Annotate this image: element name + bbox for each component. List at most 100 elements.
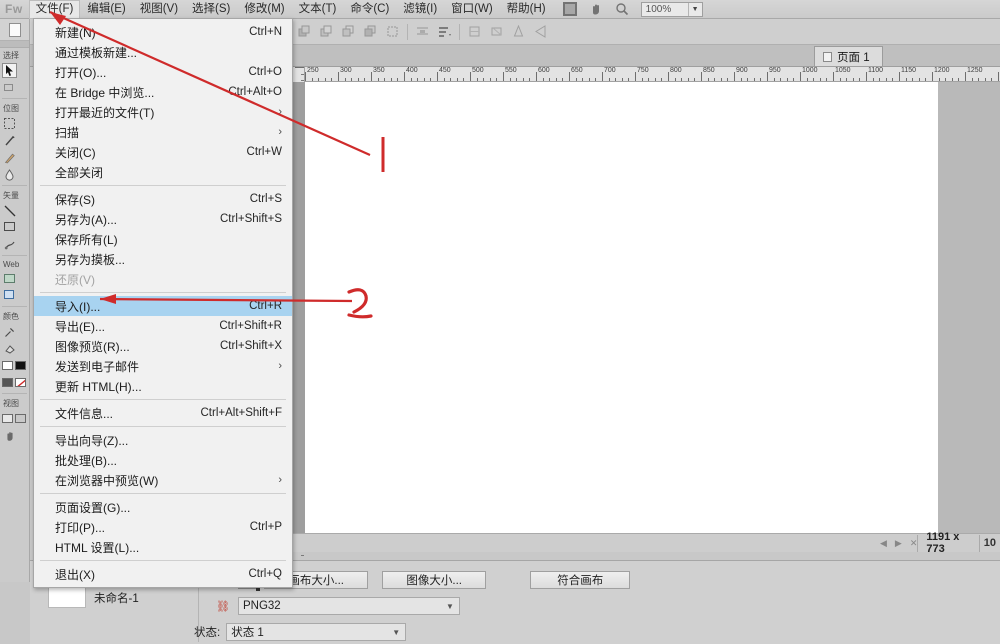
menu-item-保存所有l[interactable]: 保存所有(L) bbox=[34, 229, 292, 249]
menu-item-页面设置g[interactable]: 页面设置(G)... bbox=[34, 497, 292, 517]
menu-help[interactable]: 帮助(H) bbox=[500, 0, 553, 19]
ruler-minor-tick bbox=[694, 78, 695, 81]
canvas-zoom-value[interactable]: 10 bbox=[980, 535, 1000, 552]
align-distribute-icon[interactable] bbox=[416, 25, 429, 38]
arrange-forward-icon[interactable] bbox=[320, 25, 333, 38]
default-colors-icon[interactable] bbox=[2, 378, 13, 387]
arrange-front-icon[interactable] bbox=[298, 25, 311, 38]
menu-select[interactable]: 选择(S) bbox=[185, 0, 237, 19]
menu-item-打开最近的文件t[interactable]: 打开最近的文件(T)› bbox=[34, 102, 292, 122]
ruler-minor-tick bbox=[754, 78, 755, 81]
menu-filters[interactable]: 滤镜(I) bbox=[396, 0, 444, 19]
first-page-icon[interactable]: ◀ bbox=[880, 538, 887, 549]
menu-item-导出向导z[interactable]: 导出向导(Z)... bbox=[34, 430, 292, 450]
state-select[interactable]: 状态 1 ▼ bbox=[226, 623, 406, 641]
fit-canvas-button[interactable]: 符合画布 bbox=[530, 571, 630, 589]
select-behind-tool[interactable] bbox=[2, 80, 17, 95]
menu-item-html设置l[interactable]: HTML 设置(L)... bbox=[34, 537, 292, 557]
search-icon[interactable] bbox=[615, 2, 629, 16]
crop-icon[interactable] bbox=[468, 25, 481, 38]
no-color-icon[interactable] bbox=[15, 378, 26, 387]
stroke-color-swatch[interactable] bbox=[2, 361, 13, 370]
menu-item-批处理b[interactable]: 批处理(B)... bbox=[34, 450, 292, 470]
canvas-area[interactable] bbox=[290, 82, 1000, 533]
ruler-minor-tick bbox=[826, 78, 827, 81]
menu-edit[interactable]: 编辑(E) bbox=[80, 0, 132, 19]
menu-window[interactable]: 窗口(W) bbox=[444, 0, 500, 19]
image-size-button[interactable]: 图像大小... bbox=[382, 571, 486, 589]
eyedropper-tool[interactable] bbox=[2, 324, 17, 339]
tools-panel-grip[interactable] bbox=[0, 41, 29, 48]
flip-vertical-icon[interactable] bbox=[512, 25, 525, 38]
hand-tool[interactable] bbox=[2, 428, 17, 443]
menu-modify[interactable]: 修改(M) bbox=[237, 0, 291, 19]
marquee-tool[interactable] bbox=[2, 116, 17, 131]
menu-item-label: 新建(N) bbox=[55, 24, 233, 41]
new-document-icon[interactable] bbox=[9, 23, 21, 37]
lasso-tool[interactable] bbox=[2, 133, 17, 148]
ruler-minor-tick bbox=[978, 78, 979, 81]
menu-item-退出x[interactable]: 退出(X)Ctrl+Q bbox=[34, 564, 292, 584]
rectangle-tool[interactable] bbox=[2, 220, 17, 235]
full-screen-mode-icon[interactable] bbox=[15, 414, 26, 423]
menu-item-新建n[interactable]: 新建(N)Ctrl+N bbox=[34, 22, 292, 42]
pen-tool[interactable] bbox=[2, 237, 17, 252]
fill-color-swatch[interactable] bbox=[15, 361, 26, 370]
ruler-minor-tick bbox=[628, 78, 629, 81]
menu-item-另存为a[interactable]: 另存为(A)...Ctrl+Shift+S bbox=[34, 209, 292, 229]
blur-tool[interactable] bbox=[2, 167, 17, 182]
menu-item-导出e[interactable]: 导出(E)...Ctrl+Shift+R bbox=[34, 316, 292, 336]
canvas-page[interactable] bbox=[305, 82, 938, 533]
menu-item-图像预览r[interactable]: 图像预览(R)...Ctrl+Shift+X bbox=[34, 336, 292, 356]
mask-icon[interactable] bbox=[563, 2, 577, 16]
ruler-label: 1150 bbox=[899, 67, 916, 74]
file-dropdown-menu[interactable]: 新建(N)Ctrl+N通过模板新建...打开(O)...Ctrl+O在 Brid… bbox=[33, 18, 293, 588]
menu-item-全部关闭[interactable]: 全部关闭 bbox=[34, 162, 292, 182]
align-menu-icon[interactable] bbox=[438, 25, 451, 38]
page-nav-buttons[interactable]: ◀ ▶ ✕ bbox=[880, 538, 917, 549]
arrange-back-icon[interactable] bbox=[364, 25, 377, 38]
next-page-icon[interactable]: ▶ bbox=[895, 538, 902, 549]
menu-file[interactable]: 文件(F) bbox=[29, 0, 81, 19]
zoom-level-combobox[interactable]: 100% ▼ bbox=[641, 2, 703, 17]
menu-item-通过模板新建[interactable]: 通过模板新建... bbox=[34, 42, 292, 62]
menu-item-打印p[interactable]: 打印(P)...Ctrl+P bbox=[34, 517, 292, 537]
menu-text[interactable]: 文本(T) bbox=[292, 0, 344, 19]
rotate-icon[interactable] bbox=[490, 25, 503, 38]
menu-item-另存为摸板[interactable]: 另存为摸板... bbox=[34, 249, 292, 269]
flip-horizontal-icon[interactable] bbox=[534, 25, 547, 38]
document-tab[interactable]: 页面 1 bbox=[814, 46, 883, 66]
group-objects-icon[interactable] bbox=[386, 25, 399, 38]
ruler-minor-tick bbox=[622, 78, 623, 81]
ruler-minor-tick bbox=[510, 78, 511, 81]
ruler-minor-tick bbox=[892, 78, 893, 81]
menu-view[interactable]: 视图(V) bbox=[133, 0, 185, 19]
ruler-minor-tick bbox=[859, 78, 860, 81]
hand-icon[interactable] bbox=[589, 2, 603, 16]
standard-screen-mode-icon[interactable] bbox=[2, 414, 13, 423]
pointer-tool[interactable] bbox=[2, 63, 17, 78]
export-format-select[interactable]: PNG32 ▼ bbox=[238, 597, 460, 615]
line-tool[interactable] bbox=[2, 203, 17, 218]
chevron-down-icon[interactable]: ▼ bbox=[688, 3, 702, 16]
paintbucket-tool[interactable] bbox=[2, 341, 17, 356]
ruler-minor-tick bbox=[681, 78, 682, 81]
ruler-label: 1250 bbox=[965, 67, 983, 74]
brush-tool[interactable] bbox=[2, 150, 17, 165]
menu-commands[interactable]: 命令(C) bbox=[343, 0, 396, 19]
hotspot-tool[interactable] bbox=[2, 288, 17, 303]
menu-item-在浏览器中预览w[interactable]: 在浏览器中预览(W)› bbox=[34, 470, 292, 490]
menu-item-文件信息[interactable]: 文件信息...Ctrl+Alt+Shift+F bbox=[34, 403, 292, 423]
menu-item-发送到电子邮件[interactable]: 发送到电子邮件› bbox=[34, 356, 292, 376]
menu-item-导入i[interactable]: 导入(I)...Ctrl+R bbox=[34, 296, 292, 316]
menu-item-打开o[interactable]: 打开(O)...Ctrl+O bbox=[34, 62, 292, 82]
stop-icon[interactable]: ✕ bbox=[910, 538, 918, 549]
menu-item-保存s[interactable]: 保存(S)Ctrl+S bbox=[34, 189, 292, 209]
menu-item-关闭c[interactable]: 关闭(C)Ctrl+W bbox=[34, 142, 292, 162]
ruler-minor-tick bbox=[688, 78, 689, 81]
menu-item-扫描[interactable]: 扫描› bbox=[34, 122, 292, 142]
menu-item-更新htmlh[interactable]: 更新 HTML(H)... bbox=[34, 376, 292, 396]
arrange-backward-icon[interactable] bbox=[342, 25, 355, 38]
slice-tool[interactable] bbox=[2, 271, 17, 286]
menu-item-在bridge中浏览[interactable]: 在 Bridge 中浏览...Ctrl+Alt+O bbox=[34, 82, 292, 102]
